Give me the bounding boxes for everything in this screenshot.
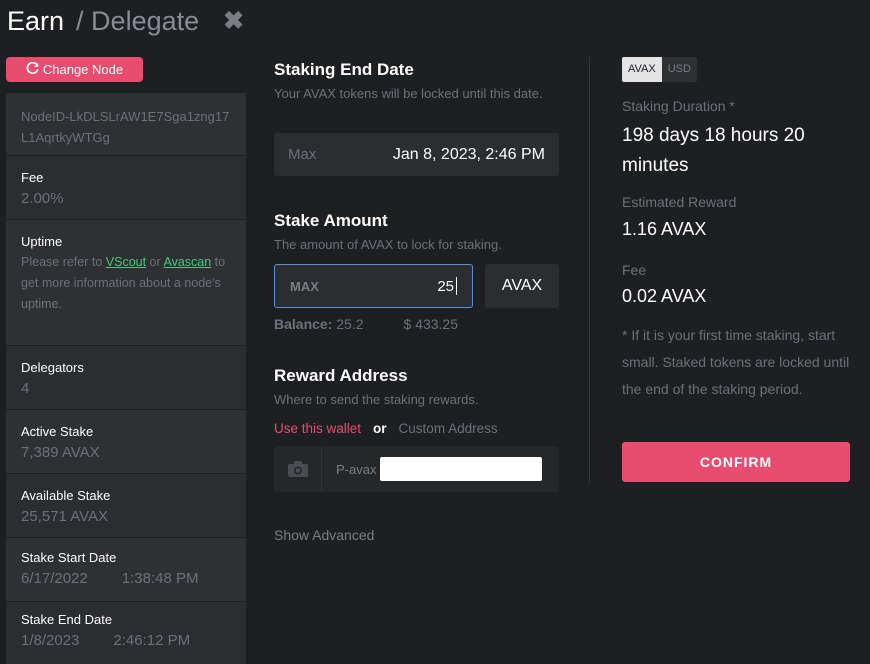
- node-id-row: NodeID-LkDLSLrAW1E7Sga1zng17L1AqrtkyWTGg: [6, 93, 246, 155]
- page-subtitle: / Delegate: [76, 5, 200, 36]
- use-this-wallet-option[interactable]: Use this wallet: [274, 421, 361, 436]
- page-title: Earn: [7, 5, 65, 36]
- active-stake-value: 7,389 AVAX: [21, 444, 100, 461]
- stake-start-date: 6/17/2022: [21, 570, 88, 587]
- reward-address-prefix: P-avax: [336, 461, 377, 477]
- change-node-button[interactable]: Change Node: [6, 57, 143, 82]
- end-date-value: Jan 8, 2023, 2:46 PM: [392, 145, 545, 163]
- avascan-link[interactable]: Avascan: [163, 255, 211, 269]
- stake-start-row: Stake Start Date 6/17/2022 1:38:48 PM: [6, 537, 246, 601]
- custom-address-option[interactable]: Custom Address: [399, 421, 498, 436]
- duration-label: Staking Duration *: [622, 98, 735, 114]
- refresh-icon: [26, 61, 39, 78]
- reward-address-description: Where to send the staking rewards.: [274, 392, 479, 407]
- currency-usd-option[interactable]: USD: [661, 57, 697, 82]
- fee-value: 2.00%: [21, 190, 64, 207]
- breadcrumb: Earn / Delegate ✖: [7, 4, 244, 38]
- available-stake-value: 25,571 AVAX: [21, 508, 109, 525]
- node-id: NodeID-LkDLSLrAW1E7Sga1zng17L1AqrtkyWTGg: [21, 109, 230, 145]
- estimated-reward-label: Estimated Reward: [622, 194, 737, 210]
- balance-usd: $ 433.25: [403, 316, 459, 332]
- uptime-label: Uptime: [21, 234, 63, 249]
- available-stake-label: Available Stake: [21, 488, 111, 503]
- column-divider: [589, 57, 590, 483]
- delegators-value: 4: [21, 380, 30, 397]
- stake-end-label: Stake End Date: [21, 612, 113, 627]
- reward-address-options: Use this wallet or Custom Address: [274, 421, 498, 436]
- stake-end-date: 1/8/2023: [21, 632, 80, 649]
- summary-fee-value: 0.02 AVAX: [622, 286, 707, 306]
- stake-amount-description: The amount of AVAX to lock for staking.: [274, 237, 502, 252]
- stake-amount-input[interactable]: MAX 25: [274, 264, 473, 308]
- stake-amount-title: Stake Amount: [274, 211, 388, 230]
- stake-amount-value: 25: [437, 277, 457, 295]
- stake-start-label: Stake Start Date: [21, 550, 117, 565]
- stake-end-value: 1/8/2023 2:46:12 PM: [21, 630, 231, 652]
- camera-icon[interactable]: [274, 446, 322, 492]
- delegators-row: Delegators 4: [6, 345, 246, 409]
- active-stake-label: Active Stake: [21, 424, 94, 439]
- currency-avax-option[interactable]: AVAX: [622, 57, 662, 82]
- balance-info: Balance: 25.2 $ 433.25: [274, 316, 458, 332]
- balance-value: 25.2: [336, 316, 364, 332]
- delegators-label: Delegators: [21, 360, 84, 375]
- duration-value: 198 days 18 hours 20 minutes: [622, 125, 805, 176]
- change-node-label: Change Node: [42, 62, 124, 77]
- close-icon[interactable]: ✖: [223, 8, 244, 34]
- end-date-description: Your AVAX tokens will be locked until th…: [274, 86, 543, 101]
- fee-label: Fee: [21, 170, 44, 185]
- stake-start-time: 1:38:48 PM: [121, 570, 199, 587]
- summary-fee-label: Fee: [622, 262, 647, 278]
- end-date-title: Staking End Date: [274, 60, 414, 79]
- first-time-note: * If it is your first time staking, star…: [622, 327, 850, 397]
- uptime-description: Please refer to VScout or Avascan to get…: [21, 255, 226, 311]
- stake-amount-max-button[interactable]: MAX: [290, 279, 319, 294]
- stake-start-value: 6/17/2022 1:38:48 PM: [21, 568, 231, 590]
- show-advanced-link[interactable]: Show Advanced: [274, 527, 374, 543]
- node-info-panel: NodeID-LkDLSLrAW1E7Sga1zng17L1AqrtkyWTGg…: [6, 93, 246, 664]
- active-stake-row: Active Stake 7,389 AVAX: [6, 409, 246, 473]
- redacted-address: [380, 457, 543, 481]
- confirm-button[interactable]: CONFIRM: [622, 442, 850, 482]
- stake-end-row: Stake End Date 1/8/2023 2:46:12 PM: [6, 601, 246, 664]
- stake-end-time: 2:46:12 PM: [113, 632, 191, 649]
- balance-label: Balance:: [274, 316, 333, 332]
- or-text: or: [373, 421, 387, 436]
- end-date-picker[interactable]: Max Jan 8, 2023, 2:46 PM: [274, 133, 559, 176]
- currency-toggle: AVAX USD: [622, 57, 697, 82]
- reward-address-title: Reward Address: [274, 366, 408, 385]
- estimated-reward-value: 1.16 AVAX: [622, 219, 707, 239]
- vscout-link[interactable]: VScout: [106, 255, 146, 269]
- uptime-row: Uptime Please refer to VScout or Avascan…: [6, 219, 246, 345]
- available-stake-row: Available Stake 25,571 AVAX: [6, 473, 246, 537]
- reward-address-field: P-avax: [274, 446, 559, 492]
- end-date-max-button[interactable]: Max: [288, 146, 316, 163]
- stake-currency-label: AVAX: [485, 264, 559, 308]
- fee-row: Fee 2.00%: [6, 155, 246, 219]
